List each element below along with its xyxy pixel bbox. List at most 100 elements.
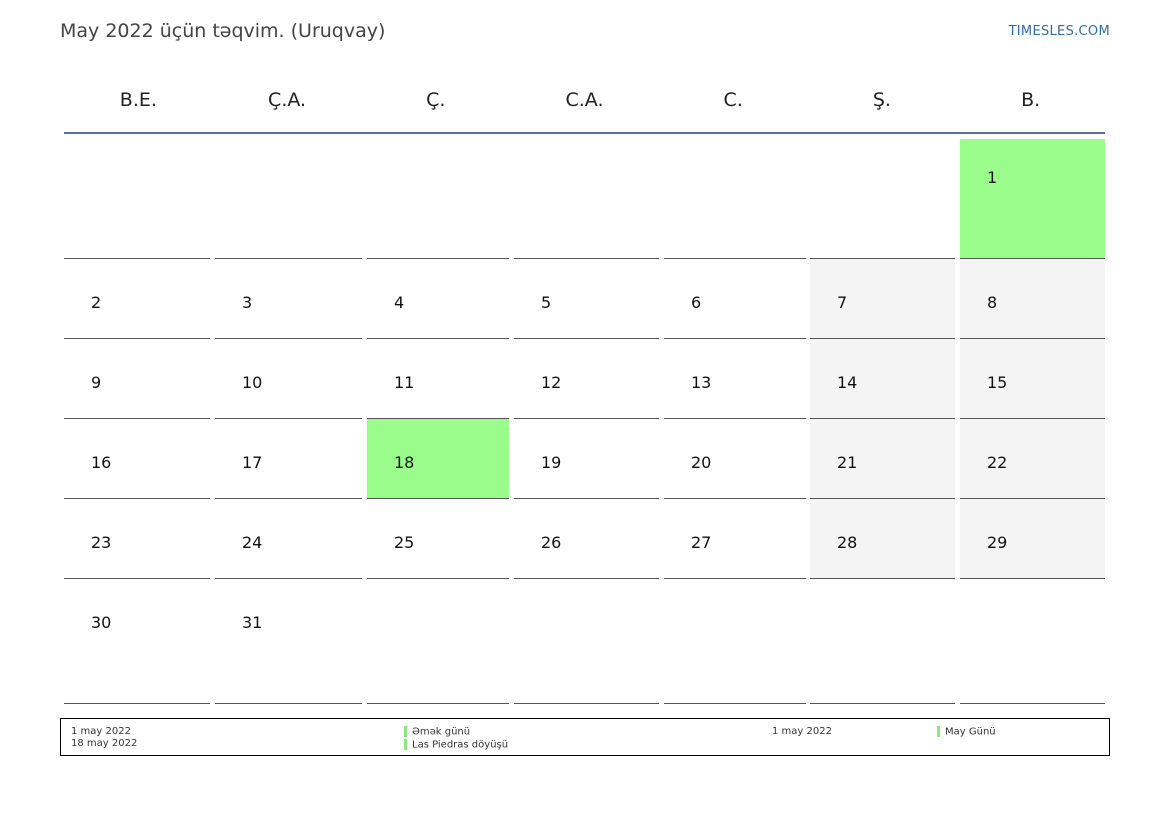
day-number: 23 (91, 533, 112, 552)
legend-holiday-name: Las Piedras döyüşü (412, 739, 509, 750)
day-cell[interactable]: 12 (514, 339, 659, 419)
day-cell[interactable]: 30 (64, 579, 210, 704)
legend-dates-group-1: 1 may 2022 18 may 2022 (71, 726, 137, 750)
day-number: 8 (987, 293, 998, 312)
day-number: 29 (987, 533, 1008, 552)
day-number: 22 (987, 453, 1008, 472)
calendar-week-row: 23 24 25 26 27 28 29 (64, 499, 1105, 579)
day-cell[interactable]: 21 (810, 419, 955, 499)
empty-day-cell (367, 139, 509, 259)
legend-item: May Günü (937, 726, 996, 739)
day-cell[interactable]: 22 (960, 419, 1105, 499)
day-number: 5 (541, 293, 552, 312)
calendar-week-row: 30 31 (64, 579, 1105, 704)
calendar-week-row: 2 3 4 5 6 7 8 (64, 259, 1105, 339)
day-cell[interactable]: 27 (664, 499, 806, 579)
day-cell[interactable]: 20 (664, 419, 806, 499)
day-number: 7 (837, 293, 848, 312)
legend-item: Əmək günü (404, 726, 508, 739)
header-divider (64, 132, 1105, 134)
day-number: 1 (987, 168, 998, 187)
day-number: 13 (691, 373, 712, 392)
day-cell[interactable]: 1 (960, 139, 1105, 259)
day-cell[interactable]: 25 (367, 499, 509, 579)
weekday-label: B. (1021, 89, 1041, 111)
day-cell[interactable]: 11 (367, 339, 509, 419)
day-number: 19 (541, 453, 562, 472)
day-cell[interactable]: 10 (215, 339, 362, 419)
day-cell[interactable]: 5 (514, 259, 659, 339)
day-number: 6 (691, 293, 702, 312)
day-number: 27 (691, 533, 712, 552)
empty-day-cell (810, 579, 955, 704)
day-cell[interactable]: 3 (215, 259, 362, 339)
day-number: 9 (91, 373, 102, 392)
day-number: 20 (691, 453, 712, 472)
legend-holiday-name: Əmək günü (412, 726, 471, 738)
day-number: 21 (837, 453, 858, 472)
day-number: 28 (837, 533, 858, 552)
day-number: 3 (242, 293, 253, 312)
day-cell[interactable]: 19 (514, 419, 659, 499)
holiday-color-marker (404, 726, 407, 737)
day-cell[interactable]: 23 (64, 499, 210, 579)
day-number: 15 (987, 373, 1008, 392)
day-number: 18 (394, 453, 415, 472)
day-cell[interactable]: 2 (64, 259, 210, 339)
empty-day-cell (367, 579, 509, 704)
day-number: 16 (91, 453, 112, 472)
legend-names-group-2: May Günü (937, 726, 996, 739)
weekday-label: Ç. (426, 89, 446, 111)
day-cell[interactable]: 18 (367, 419, 509, 499)
calendar-week-row: 16 17 18 19 20 21 22 (64, 419, 1105, 499)
day-number: 4 (394, 293, 405, 312)
legend-date: 1 may 2022 (71, 726, 131, 737)
weekday-label: C.A. (565, 89, 604, 111)
empty-day-cell (514, 139, 659, 259)
legend-dates-group-2: 1 may 2022 (772, 726, 832, 738)
day-number: 30 (91, 613, 112, 632)
day-cell[interactable]: 26 (514, 499, 659, 579)
holiday-color-marker (937, 726, 940, 737)
day-number: 12 (541, 373, 562, 392)
day-cell[interactable]: 13 (664, 339, 806, 419)
site-link[interactable]: TIMESLES.COM (1009, 24, 1110, 39)
legend-date: 1 may 2022 (772, 726, 832, 737)
day-cell[interactable]: 6 (664, 259, 806, 339)
day-cell[interactable]: 8 (960, 259, 1105, 339)
day-number: 25 (394, 533, 415, 552)
day-number: 11 (394, 373, 415, 392)
empty-day-cell (664, 139, 806, 259)
weekday-label: Ş. (872, 89, 891, 111)
empty-day-cell (215, 139, 362, 259)
holiday-color-marker (404, 738, 407, 750)
day-number: 17 (242, 453, 263, 472)
day-number: 2 (91, 293, 102, 312)
day-cell[interactable]: 16 (64, 419, 210, 499)
empty-day-cell (514, 579, 659, 704)
day-number: 31 (242, 613, 263, 632)
day-cell[interactable]: 9 (64, 339, 210, 419)
calendar-week-row: 1 (64, 139, 1105, 259)
legend-names-group-1: Əmək günü Las Piedras döyüşü (404, 726, 508, 751)
empty-day-cell (664, 579, 806, 704)
weekday-label: B.E. (119, 89, 157, 111)
day-number: 24 (242, 533, 263, 552)
day-cell[interactable]: 15 (960, 339, 1105, 419)
empty-day-cell (64, 139, 210, 259)
day-cell[interactable]: 29 (960, 499, 1105, 579)
day-number: 10 (242, 373, 263, 392)
day-cell[interactable]: 7 (810, 259, 955, 339)
day-number: 14 (837, 373, 858, 392)
day-cell[interactable]: 17 (215, 419, 362, 499)
day-cell[interactable]: 31 (215, 579, 362, 704)
empty-day-cell (810, 139, 955, 259)
holiday-legend: 1 may 2022 18 may 2022 Əmək günü Las Pie… (60, 718, 1110, 756)
day-cell[interactable]: 4 (367, 259, 509, 339)
day-cell[interactable]: 28 (810, 499, 955, 579)
weekday-header: B.E. Ç.A. Ç. C.A. C. Ş. B. (64, 86, 1105, 114)
day-number: 26 (541, 533, 562, 552)
day-cell[interactable]: 24 (215, 499, 362, 579)
day-cell[interactable]: 14 (810, 339, 955, 419)
weekday-label: C. (723, 89, 743, 111)
